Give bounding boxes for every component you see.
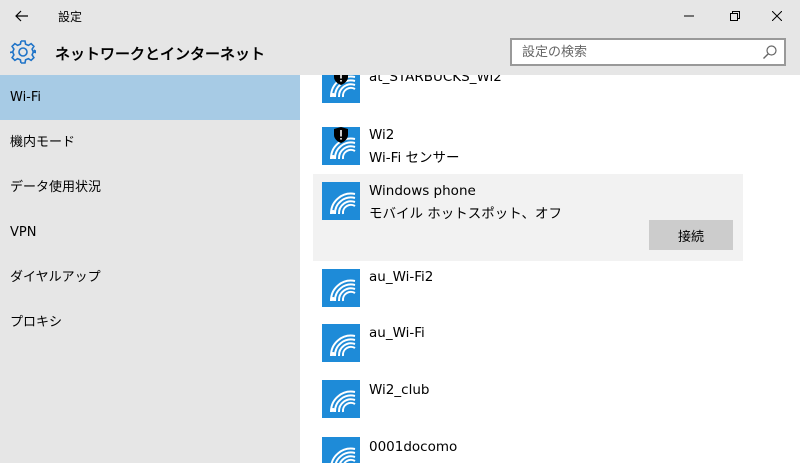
search-box[interactable]	[510, 38, 786, 66]
wifi-signal-icon	[329, 192, 356, 215]
sidebar-item-data-usage[interactable]: データ使用状況	[0, 165, 300, 210]
header: ネットワークとインターネット	[0, 32, 800, 75]
search-input[interactable]	[512, 40, 762, 64]
network-list: at_STARBUCKS_Wi2 Wi2 Wi-Fi センサー Windows …	[300, 75, 800, 463]
close-icon	[772, 11, 782, 21]
sidebar-item-vpn[interactable]: VPN	[0, 210, 300, 255]
back-button[interactable]	[0, 0, 44, 32]
network-name: Wi2	[369, 127, 395, 143]
network-status: Wi-Fi センサー	[369, 150, 460, 166]
network-item[interactable]: 0001docomo	[313, 432, 743, 463]
network-item[interactable]: au_Wi-Fi	[313, 319, 743, 369]
restore-button[interactable]	[712, 0, 758, 32]
network-item[interactable]: Wi2 Wi-Fi センサー	[313, 123, 743, 171]
network-name: Windows phone	[369, 183, 476, 199]
gear-icon	[10, 40, 36, 64]
sidebar-item-airplane-mode[interactable]: 機内モード	[0, 120, 300, 165]
warning-shield-icon	[334, 127, 348, 143]
minimize-button[interactable]	[666, 0, 712, 32]
sidebar-item-proxy[interactable]: プロキシ	[0, 300, 300, 345]
wifi-signal-icon	[330, 447, 356, 463]
wifi-network-tile	[322, 380, 360, 418]
wifi-network-tile	[322, 437, 360, 463]
scrollbar[interactable]	[790, 75, 800, 463]
network-name: 0001docomo	[369, 439, 458, 455]
warning-shield-icon	[334, 75, 348, 85]
search-icon[interactable]	[762, 44, 778, 60]
network-item[interactable]: at_STARBUCKS_Wi2	[313, 75, 743, 113]
network-item[interactable]: au_Wi-Fi2	[313, 263, 743, 313]
network-status: モバイル ホットスポット、オフ	[369, 206, 563, 222]
page-title: ネットワークとインターネット	[55, 45, 266, 63]
connect-button[interactable]: 接続	[649, 220, 733, 250]
network-item-selected[interactable]: Windows phone モバイル ホットスポット、オフ 接続	[313, 174, 743, 261]
wifi-signal-icon	[329, 390, 356, 413]
wifi-network-tile	[322, 324, 360, 362]
close-button[interactable]	[754, 0, 800, 32]
back-arrow-icon	[15, 10, 28, 22]
title-bar: 設定	[0, 0, 800, 32]
app-title: 設定	[58, 10, 83, 24]
sidebar: Wi-Fi 機内モード データ使用状況 VPN ダイヤルアップ プロキシ	[0, 75, 300, 463]
restore-icon	[730, 11, 740, 21]
minimize-icon	[684, 15, 694, 17]
network-name: au_Wi-Fi2	[369, 269, 434, 285]
network-name: at_STARBUCKS_Wi2	[369, 75, 502, 85]
wifi-signal-icon	[329, 334, 356, 357]
wifi-network-tile	[322, 269, 360, 307]
network-name: au_Wi-Fi	[369, 325, 425, 341]
sidebar-item-wifi[interactable]: Wi-Fi	[0, 75, 300, 120]
sidebar-item-dialup[interactable]: ダイヤルアップ	[0, 255, 300, 300]
network-item[interactable]: Wi2_club	[313, 375, 743, 425]
wifi-network-tile	[322, 182, 360, 220]
wifi-signal-icon	[329, 279, 356, 302]
network-name: Wi2_club	[369, 382, 430, 398]
